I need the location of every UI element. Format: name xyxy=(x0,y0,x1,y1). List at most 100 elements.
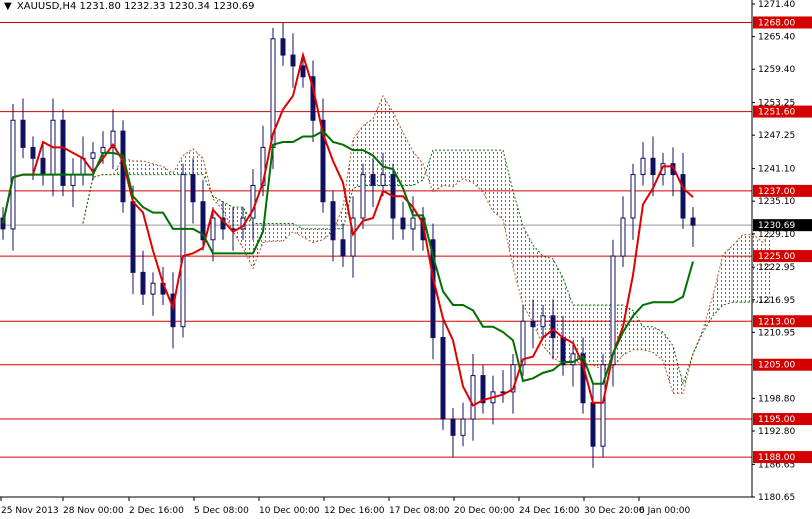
candle-body xyxy=(340,239,346,257)
x-tick-label: 10 Dec 00:00 xyxy=(259,506,320,516)
candle-body xyxy=(460,418,466,436)
candle-body xyxy=(70,174,76,186)
y-tick-label: 1241.10 xyxy=(758,165,795,175)
symbol-label: XAUUSD,H4 xyxy=(16,1,77,12)
y-tick-label: 1180.65 xyxy=(758,493,795,503)
ichimoku-cloud-segment xyxy=(473,150,483,193)
ichimoku-cloud-segment xyxy=(143,160,153,175)
current-price-label: 1230.69 xyxy=(758,221,795,231)
level-label: 1268.00 xyxy=(758,18,795,28)
candle-body xyxy=(380,174,386,186)
candle-body xyxy=(300,65,306,78)
candle-body xyxy=(290,54,296,67)
ichimoku-cloud-segment xyxy=(283,223,293,242)
candle-body xyxy=(60,119,66,186)
candle-body xyxy=(370,174,376,186)
x-tick-label: 2 Dec 16:00 xyxy=(129,506,184,516)
candle-body xyxy=(330,201,336,241)
ohlc-high: 1232.33 xyxy=(124,1,166,12)
level-label: 1205.00 xyxy=(758,361,795,371)
ichimoku-cloud-segment xyxy=(193,148,203,175)
ichimoku-cloud-segment xyxy=(663,332,673,394)
level-label: 1237.00 xyxy=(758,187,795,197)
ichimoku-cloud-segment xyxy=(543,256,553,358)
x-tick-label: 25 Nov 2013 xyxy=(1,506,59,516)
x-tick-label: 30 Dec 20:00 xyxy=(584,506,645,516)
candle-body xyxy=(440,337,446,420)
x-tick-label: 6 Jan 00:00 xyxy=(639,506,691,516)
candle-body xyxy=(560,337,566,366)
level-label: 1188.00 xyxy=(758,453,795,463)
x-tick-label: 20 Dec 00:00 xyxy=(454,506,515,516)
candle-body xyxy=(640,157,646,176)
collapse-triangle-icon[interactable]: ▼ xyxy=(4,1,12,12)
candle-body xyxy=(570,353,576,366)
chart-window: 1271.40 1265.40 1259.40 1253.25 1247.25 1241.… xyxy=(0,0,812,519)
y-tick-label: 1229.10 xyxy=(758,230,795,240)
candle-body xyxy=(550,315,556,339)
ichimoku-cloud-segment xyxy=(403,132,413,186)
y-tick-label: 1216.95 xyxy=(758,296,795,306)
candle-body xyxy=(130,201,136,273)
y-tick-label: 1271.40 xyxy=(758,0,795,10)
ohlc-open: 1231.80 xyxy=(79,1,121,12)
y-tick-label: 1192.80 xyxy=(758,427,795,437)
candle-body xyxy=(360,174,366,219)
ichimoku-cloud-segment xyxy=(723,245,733,305)
ichimoku-cloud-segment xyxy=(453,150,463,187)
ichimoku-cloud-segment xyxy=(443,150,453,187)
ichimoku-cloud-segment xyxy=(533,245,543,346)
x-tick-label: 5 Dec 08:00 xyxy=(194,506,249,516)
candle-body xyxy=(150,282,156,295)
candle-body xyxy=(280,38,286,56)
level-label: 1213.00 xyxy=(758,317,795,327)
level-label: 1225.00 xyxy=(758,252,795,262)
ichimoku-cloud-segment xyxy=(493,150,503,220)
candle-body xyxy=(690,217,696,226)
y-tick-label: 1259.40 xyxy=(758,65,795,75)
candle-body xyxy=(210,217,216,241)
ichimoku-cloud-segment xyxy=(303,228,313,243)
y-tick-label: 1235.10 xyxy=(758,197,795,207)
ichimoku-cloud-segment xyxy=(133,160,143,175)
ichimoku-cloud-segment xyxy=(273,223,283,242)
candle-body xyxy=(680,174,686,219)
candle-body xyxy=(140,271,146,295)
ichimoku-cloud-segment xyxy=(423,150,433,193)
level-label: 1251.60 xyxy=(758,108,795,118)
level-label: 1195.00 xyxy=(758,415,795,425)
y-tick-label: 1210.95 xyxy=(758,328,795,338)
y-tick-label: 1247.25 xyxy=(758,131,795,141)
candle-body xyxy=(400,217,406,230)
candle-body xyxy=(30,146,36,159)
candle-body xyxy=(530,320,536,328)
x-tick-label: 12 Dec 16:00 xyxy=(324,506,385,516)
candle-body xyxy=(180,174,186,328)
x-tick-label: 17 Dec 08:00 xyxy=(389,506,450,516)
ichimoku-cloud-segment xyxy=(643,326,653,353)
ohlc-close: 1230.69 xyxy=(213,1,255,12)
ichimoku-cloud-segment xyxy=(503,150,513,267)
candle-body xyxy=(450,418,456,436)
candle-body xyxy=(40,157,46,176)
candle-body xyxy=(620,217,626,257)
ichimoku-cloud-segment xyxy=(593,304,603,371)
candle-body xyxy=(90,152,96,159)
candle-body xyxy=(630,174,636,219)
candle-body xyxy=(650,157,656,176)
candle-body xyxy=(20,119,26,148)
ichimoku-cloud-segment xyxy=(463,150,473,183)
candle-body xyxy=(470,375,476,420)
x-tick-label: 28 Nov 00:00 xyxy=(63,506,124,516)
price-chart[interactable]: 1271.401265.401259.401253.251247.251241.… xyxy=(0,0,812,519)
ichimoku-cloud-segment xyxy=(153,163,163,175)
candle-body xyxy=(410,217,416,230)
ichimoku-cloud-segment xyxy=(373,95,383,186)
candle-body xyxy=(590,402,596,447)
candle-body xyxy=(540,315,546,328)
candle-body xyxy=(190,174,196,203)
ichimoku-cloud-segment xyxy=(513,190,523,305)
ohlc-low: 1230.34 xyxy=(168,1,210,12)
chart-title: ▼ XAUUSD,H4 1231.80 1232.33 1230.34 1230… xyxy=(4,1,255,12)
ichimoku-cloud-segment xyxy=(633,310,643,350)
